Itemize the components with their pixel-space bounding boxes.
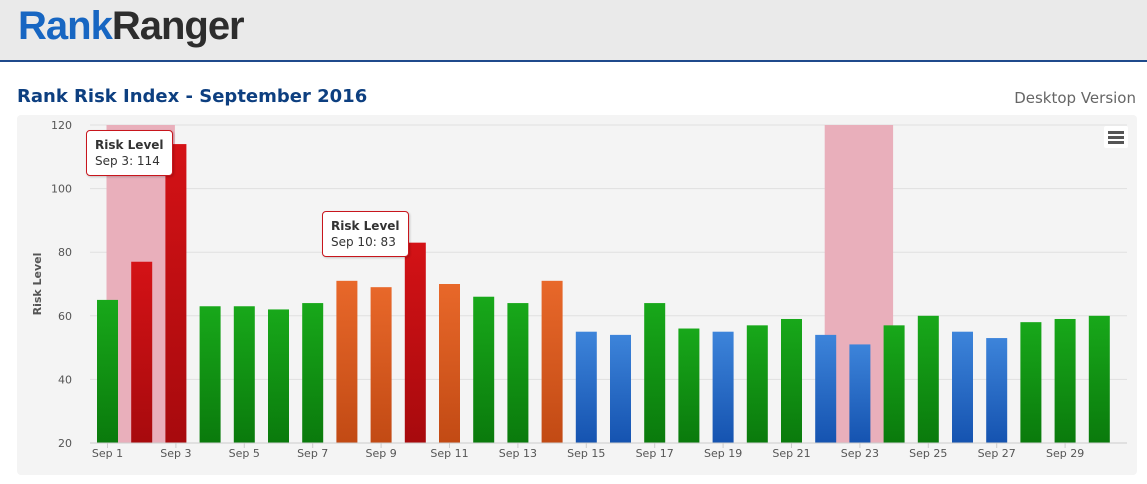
- bar-sep-27: [986, 338, 1008, 443]
- y-tick-label: 20: [58, 437, 72, 450]
- bar-sep-4: [199, 306, 221, 443]
- x-tick-label: Sep 7: [297, 447, 328, 460]
- bar-sep-18: [678, 328, 700, 443]
- y-axis-label: Risk Level: [31, 253, 44, 316]
- x-tick-label: Sep 1: [92, 447, 123, 460]
- risk-chart: 20 40 60 80 100 120 Sep 1 Sep 3 Sep 5 Sep 7 Sep 9 S…: [31, 119, 1127, 460]
- bar-sep-23: [849, 344, 871, 443]
- x-tick-label: Sep 25: [909, 447, 947, 460]
- x-tick-label: Sep 21: [772, 447, 810, 460]
- x-tick-label: Sep 15: [567, 447, 605, 460]
- bar-sep-12: [473, 296, 495, 443]
- bar-sep-13: [507, 303, 529, 443]
- y-tick-label: 80: [58, 246, 72, 259]
- bar-sep-26: [952, 331, 973, 443]
- bar-sep-10: [404, 242, 426, 443]
- x-tick-label: Sep 9: [365, 447, 396, 460]
- y-tick-label: 120: [51, 119, 72, 132]
- bar-sep-19: [712, 331, 734, 443]
- x-tick-label: Sep 29: [1046, 447, 1084, 460]
- chart-menu-button[interactable]: [1104, 126, 1128, 148]
- bar-sep-6: [268, 309, 289, 443]
- tooltip-sep3: Risk Level Sep 3: 114: [86, 130, 173, 176]
- bar-sep-11: [439, 284, 460, 443]
- bar-sep-30: [1088, 315, 1110, 443]
- x-tick-label: Sep 13: [499, 447, 537, 460]
- y-tick-label: 40: [58, 373, 72, 386]
- bar-sep-7: [302, 303, 324, 443]
- bar-sep-3: [165, 144, 187, 443]
- bar-sep-8: [336, 280, 358, 443]
- tooltip-sep10: Risk Level Sep 10: 83: [322, 211, 409, 257]
- bar-sep-1: [97, 299, 118, 443]
- x-tick-label: Sep 27: [978, 447, 1016, 460]
- x-tick-label: Sep 17: [636, 447, 674, 460]
- x-tick-label: Sep 11: [430, 447, 468, 460]
- bar-sep-24: [883, 325, 905, 443]
- tooltip-title: Risk Level: [331, 219, 400, 233]
- x-tick-label: Sep 3: [160, 447, 191, 460]
- bar-sep-22: [815, 334, 837, 443]
- bar-sep-20: [746, 325, 768, 443]
- bar-sep-21: [781, 318, 802, 443]
- bar-sep-16: [610, 334, 631, 443]
- y-tick-label: 100: [51, 183, 72, 196]
- tooltip-text: Sep 10: 83: [331, 235, 396, 249]
- x-tick-label: Sep 19: [704, 447, 742, 460]
- bar-sep-14: [541, 280, 563, 443]
- bar-sep-5: [233, 306, 255, 443]
- x-tick-label: Sep 5: [229, 447, 260, 460]
- bar-sep-28: [1020, 322, 1042, 443]
- tooltip-title: Risk Level: [95, 138, 164, 152]
- y-tick-label: 60: [58, 310, 72, 323]
- bar-sep-9: [370, 287, 392, 443]
- x-tick-label: Sep 23: [841, 447, 879, 460]
- bar-sep-29: [1054, 318, 1076, 443]
- bar-sep-25: [917, 315, 939, 443]
- hamburger-icon: [1108, 131, 1124, 134]
- bar-sep-2: [131, 261, 153, 443]
- bar-sep-15: [575, 331, 597, 443]
- bar-sep-17: [644, 303, 666, 443]
- tooltip-text: Sep 3: 114: [95, 154, 160, 168]
